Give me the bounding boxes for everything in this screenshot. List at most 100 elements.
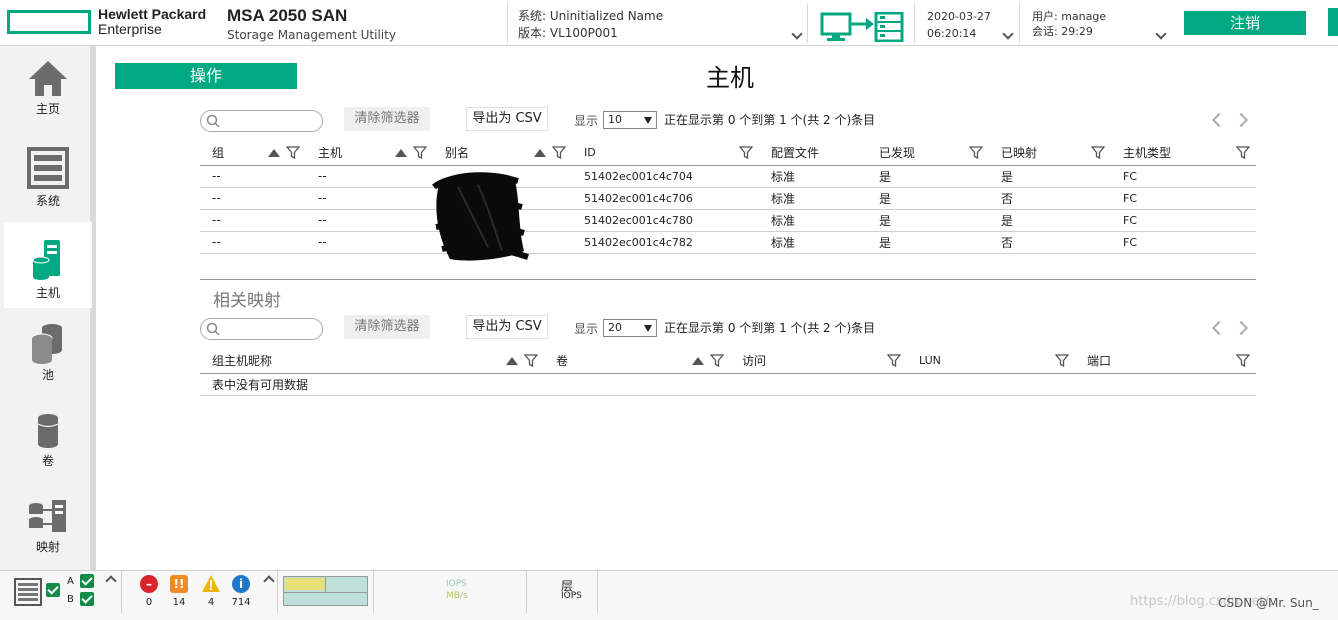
cell-mapped: 否 bbox=[989, 231, 1111, 254]
hosts-search-input[interactable] bbox=[221, 113, 317, 129]
datetime-chevron-down-icon[interactable] bbox=[1002, 28, 1014, 40]
system-icon bbox=[27, 147, 69, 189]
col-header-mapped[interactable]: 已映射 bbox=[989, 141, 1111, 166]
sidebar-item-hosts[interactable]: 主机 bbox=[4, 222, 92, 308]
connection-status-icon[interactable] bbox=[820, 12, 904, 42]
mappings-page-size-select[interactable]: 20 bbox=[603, 319, 657, 337]
prev-page-icon[interactable] bbox=[1211, 112, 1227, 128]
filter-icon[interactable] bbox=[286, 146, 300, 160]
home-icon bbox=[29, 61, 67, 96]
cell-host-type: FC bbox=[1111, 209, 1256, 232]
filter-icon[interactable] bbox=[887, 354, 901, 368]
no-entry-icon[interactable]: – bbox=[140, 575, 158, 593]
alerts-expand-up-icon[interactable] bbox=[263, 575, 275, 587]
col-header-port[interactable]: 端口 bbox=[1075, 349, 1256, 374]
cell-group: -- bbox=[200, 187, 306, 210]
filter-icon[interactable] bbox=[1236, 146, 1250, 160]
hosts-search-box[interactable] bbox=[200, 110, 323, 132]
filter-icon[interactable] bbox=[710, 354, 724, 368]
filter-icon[interactable] bbox=[739, 146, 753, 160]
col-header-profile[interactable]: 配置文件 bbox=[759, 141, 867, 166]
filter-icon[interactable] bbox=[969, 146, 983, 160]
capacity-divider bbox=[284, 592, 367, 593]
footer-divider bbox=[526, 571, 527, 613]
system-expand-up-icon[interactable] bbox=[105, 575, 117, 587]
info-icon[interactable]: i bbox=[232, 575, 250, 593]
mappings-clear-filters-button[interactable]: 清除筛选器 bbox=[344, 315, 430, 339]
table-row[interactable]: -- -- 51402ec001c4c706 标准 是 否 FC bbox=[200, 187, 1256, 210]
filter-icon[interactable] bbox=[1236, 354, 1250, 368]
controller-a-check-icon bbox=[80, 574, 94, 588]
sidebar-item-label: 映射 bbox=[35, 540, 60, 554]
mappings-table: 组主机昵称 卷 访问 LUN 端口 表中没有可用数据 bbox=[200, 349, 1256, 396]
table-row[interactable]: -- -- 51402ec001c4c782 标准 是 否 FC bbox=[200, 231, 1256, 254]
col-header-host-type[interactable]: 主机类型 bbox=[1111, 141, 1256, 166]
header-divider bbox=[1019, 3, 1020, 43]
cell-id: 51402ec001c4c704 bbox=[572, 165, 759, 188]
brand-name: Hewlett Packard Enterprise bbox=[98, 7, 206, 37]
col-header-id[interactable]: ID bbox=[572, 141, 759, 166]
cell-group: -- bbox=[200, 209, 306, 232]
filter-icon[interactable] bbox=[1055, 354, 1069, 368]
sidebar-item-pools[interactable]: 池 bbox=[4, 322, 92, 408]
cell-host-type: FC bbox=[1111, 231, 1256, 254]
sidebar-item-label: 主机 bbox=[35, 286, 60, 300]
sidebar-item-system[interactable]: 系统 bbox=[4, 146, 92, 232]
filter-icon[interactable] bbox=[1091, 146, 1105, 160]
hosts-clear-filters-button[interactable]: 清除筛选器 bbox=[344, 107, 430, 131]
hosts-page-size-select[interactable]: 10 bbox=[603, 111, 657, 129]
capacity-graph[interactable] bbox=[283, 576, 368, 606]
col-header-access[interactable]: 访问 bbox=[730, 349, 907, 374]
col-header-group[interactable]: 组 bbox=[200, 141, 306, 166]
filter-icon[interactable] bbox=[552, 146, 566, 160]
sort-asc-icon[interactable] bbox=[268, 148, 280, 157]
warning-icon[interactable] bbox=[201, 574, 221, 593]
sort-asc-icon[interactable] bbox=[534, 148, 546, 157]
col-header-label: 访问 bbox=[742, 354, 767, 369]
firmware-version: 版本: VL100P001 bbox=[518, 26, 618, 40]
error-icon[interactable]: !! bbox=[170, 575, 188, 593]
table-row[interactable]: -- -- 51402ec001c4c704 标准 是 是 FC bbox=[200, 165, 1256, 188]
prev-page-icon[interactable] bbox=[1211, 320, 1227, 336]
system-chevron-down-icon[interactable] bbox=[791, 28, 803, 40]
user-info[interactable]: 用户: manage 会话: 29:29 bbox=[1032, 9, 1106, 39]
cell-id: 51402ec001c4c780 bbox=[572, 209, 759, 232]
col-header-discovered[interactable]: 已发现 bbox=[867, 141, 989, 166]
mappings-search-box[interactable] bbox=[200, 318, 323, 340]
table-row[interactable]: -- -- 51402ec001c4c780 标准 是 是 FC bbox=[200, 209, 1256, 232]
filter-icon[interactable] bbox=[524, 354, 538, 368]
mappings-show-label: 显示 bbox=[574, 322, 599, 336]
col-header-group-host-nickname[interactable]: 组主机昵称 bbox=[200, 349, 544, 374]
volumes-icon bbox=[37, 414, 59, 448]
next-page-icon[interactable] bbox=[1233, 320, 1249, 336]
hosts-export-csv-button[interactable]: 导出为 CSV bbox=[466, 107, 548, 131]
cell-mapped: 否 bbox=[989, 187, 1111, 210]
cell-host-type: FC bbox=[1111, 187, 1256, 210]
top-header: Hewlett Packard Enterprise MSA 2050 SAN … bbox=[0, 0, 1338, 46]
col-header-volume[interactable]: 卷 bbox=[544, 349, 730, 374]
filter-icon[interactable] bbox=[413, 146, 427, 160]
col-header-host[interactable]: 主机 bbox=[306, 141, 433, 166]
operations-button[interactable]: 操作 bbox=[115, 63, 297, 89]
col-header-label: 已映射 bbox=[1001, 146, 1038, 161]
empty-row: 表中没有可用数据 bbox=[200, 373, 1256, 396]
enclosure-ok-check-icon bbox=[46, 583, 60, 597]
mappings-export-csv-button[interactable]: 导出为 CSV bbox=[466, 315, 548, 339]
sort-asc-icon[interactable] bbox=[395, 148, 407, 157]
controller-b-check-icon bbox=[80, 592, 94, 606]
date-time[interactable]: 2020-03-27 06:20:14 bbox=[927, 8, 991, 42]
user-chevron-down-icon[interactable] bbox=[1155, 28, 1167, 40]
sort-asc-icon[interactable] bbox=[692, 356, 704, 365]
logout-button[interactable]: 注销 bbox=[1184, 11, 1306, 35]
col-header-alias[interactable]: 别名 bbox=[433, 141, 572, 166]
mappings-search-input[interactable] bbox=[221, 321, 317, 337]
enclosure-icon[interactable] bbox=[14, 578, 42, 606]
cell-host: -- bbox=[306, 209, 433, 232]
next-page-icon[interactable] bbox=[1233, 112, 1249, 128]
sidebar-item-home[interactable]: 主页 bbox=[4, 58, 92, 144]
system-info[interactable]: 系统: Uninitialized Name 版本: VL100P001 bbox=[518, 8, 663, 42]
mappings-section-title: 相关映射 bbox=[213, 291, 281, 311]
sort-asc-icon[interactable] bbox=[506, 356, 518, 365]
sidebar-item-volumes[interactable]: 卷 bbox=[4, 412, 92, 498]
col-header-lun[interactable]: LUN bbox=[907, 349, 1075, 374]
